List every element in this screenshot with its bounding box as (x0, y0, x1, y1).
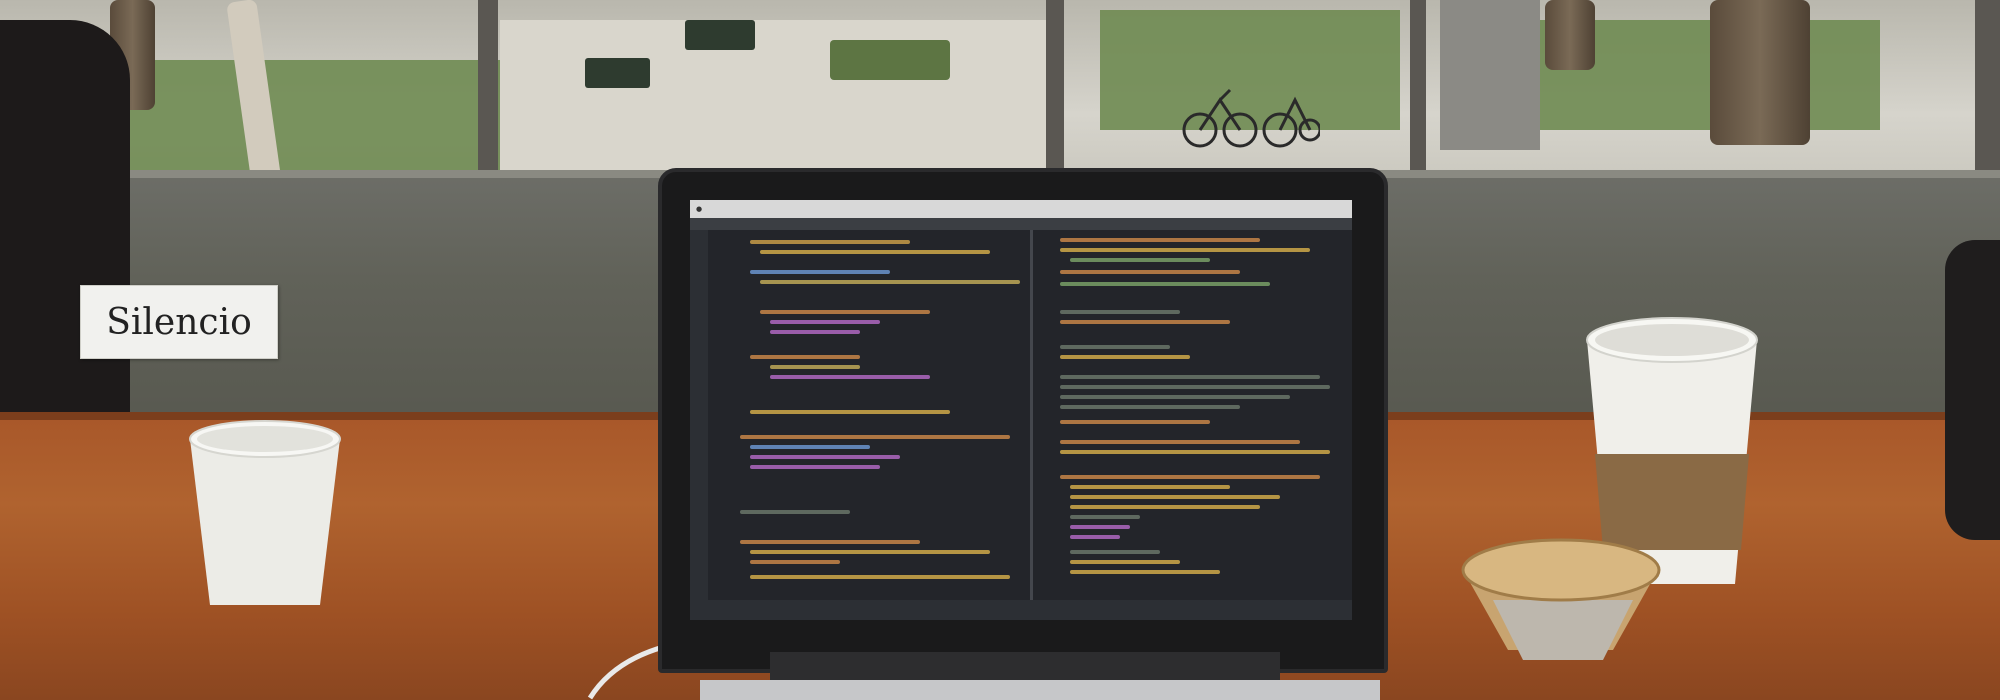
pane-divider (1030, 230, 1033, 620)
code-line (1060, 475, 1320, 479)
dark-object-right (1945, 240, 2000, 540)
code-line (750, 270, 890, 274)
code-line (1060, 440, 1300, 444)
code-line (1060, 238, 1260, 242)
code-line (770, 365, 860, 369)
code-line (760, 310, 930, 314)
code-line (750, 240, 910, 244)
code-line (1070, 570, 1220, 574)
code-line (1070, 525, 1130, 529)
apple-icon: ● (696, 205, 703, 213)
laptop-keyboard (700, 680, 1380, 700)
code-line (1070, 485, 1230, 489)
code-line (1070, 535, 1120, 539)
laptop-bezel (770, 652, 1280, 682)
code-line (740, 435, 1010, 439)
code-line (1060, 395, 1290, 399)
code-editor (690, 230, 1352, 620)
code-line (1060, 420, 1210, 424)
code-line (1060, 405, 1240, 409)
window-frame (1410, 0, 1426, 175)
code-line (750, 455, 900, 459)
code-line (1060, 355, 1190, 359)
laptop-screen: ● (690, 200, 1352, 620)
code-line (750, 355, 860, 359)
code-line (770, 375, 930, 379)
code-line (1070, 495, 1280, 499)
code-line (1070, 505, 1260, 509)
code-line (770, 320, 880, 324)
silencio-sign: Silencio (80, 285, 278, 359)
bicycles (1170, 60, 1322, 150)
code-line (740, 510, 850, 514)
park-bench (685, 20, 755, 50)
window-frame (478, 0, 498, 195)
code-line (750, 410, 950, 414)
menu-bar: ● (690, 200, 1352, 218)
code-line (1060, 450, 1330, 454)
code-line (1070, 258, 1210, 262)
window-frame (1975, 0, 2000, 180)
code-line (750, 445, 870, 449)
editor-tabs (690, 218, 1352, 230)
code-line (1060, 270, 1240, 274)
code-line (1070, 560, 1180, 564)
tree-trunk (1545, 0, 1595, 70)
code-line (1060, 345, 1170, 349)
plaza-path (500, 20, 1060, 180)
code-line (1070, 515, 1140, 519)
muffin-wrapper (1453, 530, 1668, 660)
window-frame (1440, 0, 1540, 150)
code-line (740, 540, 920, 544)
park-bench (585, 58, 650, 88)
paper-cup (186, 415, 344, 610)
dark-object (0, 20, 130, 450)
editor-gutter (690, 230, 708, 620)
tree-trunk (1710, 0, 1810, 145)
code-line (1060, 375, 1320, 379)
status-bar (690, 600, 1352, 620)
code-line (1060, 310, 1180, 314)
code-line (770, 330, 860, 334)
planter (830, 40, 950, 80)
photo-scene: Silencio ● (0, 0, 2000, 700)
code-line (750, 560, 840, 564)
window-frame (1046, 0, 1064, 175)
code-line (1070, 550, 1160, 554)
code-line (760, 280, 1020, 284)
code-line (750, 465, 880, 469)
code-line (1060, 320, 1230, 324)
code-line (750, 550, 990, 554)
code-line (1060, 385, 1330, 389)
lawn-left (110, 60, 500, 170)
code-line (1060, 248, 1310, 252)
code-line (1060, 282, 1270, 286)
code-line (760, 250, 990, 254)
code-line (750, 575, 1010, 579)
